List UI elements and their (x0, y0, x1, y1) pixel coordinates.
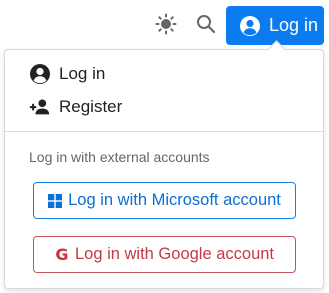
login-button[interactable]: Log in (226, 6, 324, 45)
search-button[interactable] (191, 11, 221, 41)
sun-icon (155, 13, 177, 40)
theme-toggle-button[interactable] (151, 11, 181, 41)
google-login-button[interactable]: G Log in with Google account (33, 236, 296, 273)
login-button-label: Log in (269, 15, 319, 35)
windows-icon (48, 193, 63, 208)
user-circle-icon (239, 15, 261, 37)
external-accounts-label: Log in with external accounts (29, 149, 210, 165)
menu-item-label: Log in (59, 64, 106, 83)
user-circle-icon (29, 63, 51, 85)
microsoft-login-button[interactable]: Log in with Microsoft account (33, 182, 296, 219)
google-icon: G (55, 245, 69, 264)
microsoft-login-label: Log in with Microsoft account (68, 191, 281, 209)
google-login-label: Log in with Google account (74, 245, 275, 263)
menu-item-register[interactable]: Register (29, 96, 122, 118)
account-dropdown: Log in Register Log in with external acc… (4, 40, 324, 289)
user-plus-icon (29, 96, 51, 118)
menu-item-label: Register (59, 97, 123, 116)
menu-item-login[interactable]: Log in (29, 63, 105, 85)
search-icon (196, 14, 216, 39)
divider (5, 131, 323, 132)
